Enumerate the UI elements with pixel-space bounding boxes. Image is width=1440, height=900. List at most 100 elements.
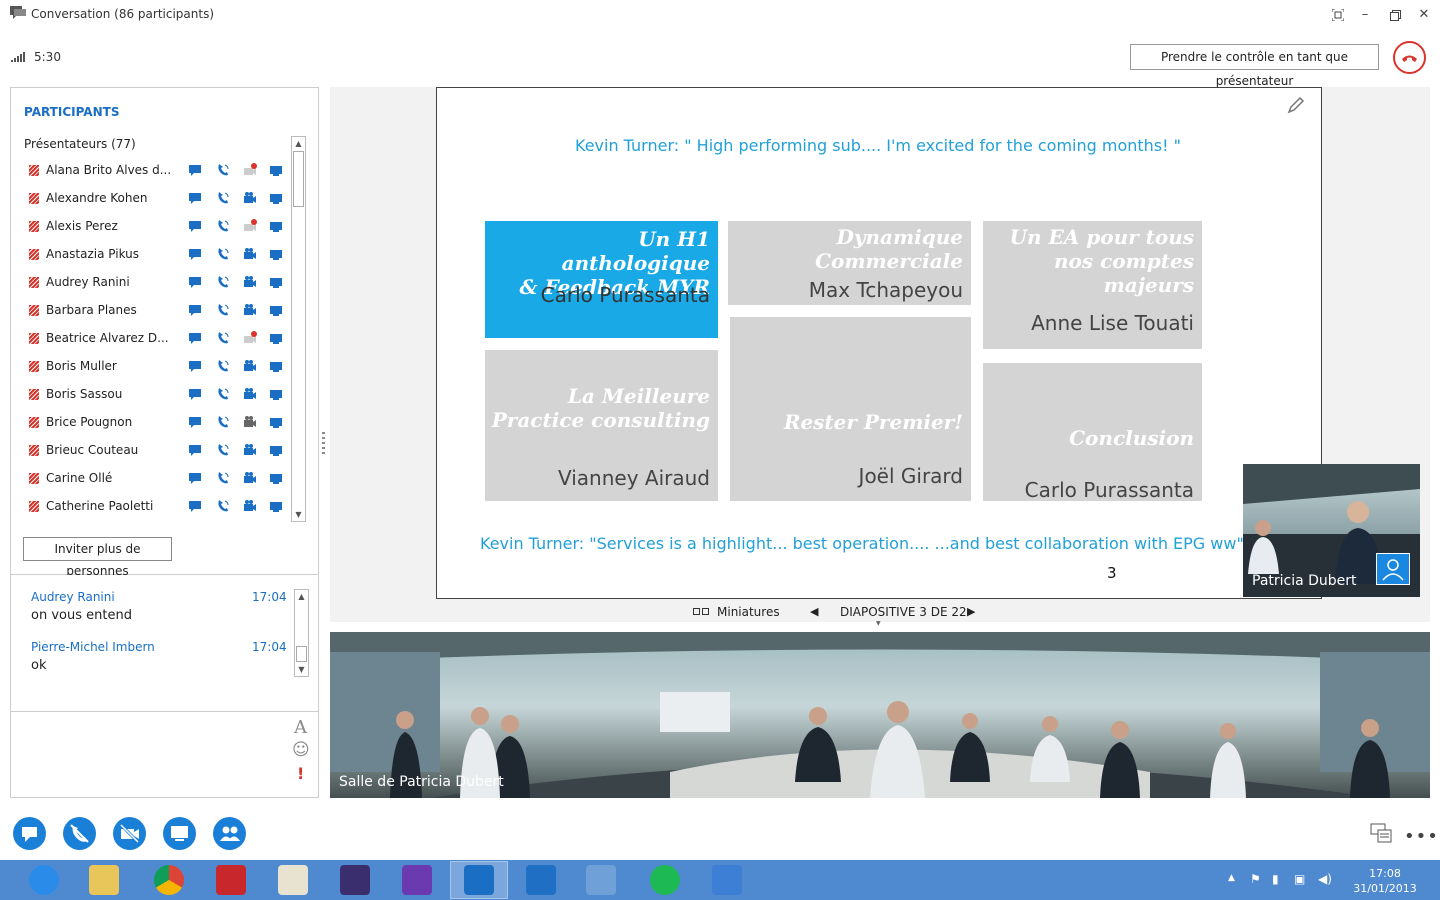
chat-icon[interactable] <box>188 331 202 345</box>
video-icon[interactable] <box>243 191 257 205</box>
call-icon[interactable] <box>216 443 230 457</box>
screen-share-icon[interactable] <box>269 387 283 401</box>
screen-share-icon[interactable] <box>269 275 283 289</box>
power-icon[interactable]: ▮ <box>1272 872 1279 886</box>
take-control-button[interactable]: Prendre le contrôle en tant que présenta… <box>1130 44 1379 88</box>
fullscreen-button[interactable] <box>1326 4 1350 26</box>
chat-icon[interactable] <box>188 471 202 485</box>
call-icon[interactable] <box>216 387 230 401</box>
participants-scrollbar[interactable]: ▲ ▼ <box>291 136 306 522</box>
screen-share-icon[interactable] <box>269 443 283 457</box>
network-icon[interactable]: ▣ <box>1294 872 1305 886</box>
emoticon-icon[interactable]: ☺ <box>292 740 310 760</box>
next-slide-button[interactable]: ▶ <box>967 605 975 618</box>
chat-icon[interactable] <box>188 359 202 373</box>
screen-share-icon[interactable] <box>269 359 283 373</box>
taskbar-texworks-button[interactable] <box>265 862 321 898</box>
volume-icon[interactable]: ◀) <box>1318 872 1332 886</box>
scroll-thumb[interactable] <box>296 646 307 662</box>
screen-share-icon[interactable] <box>269 499 283 513</box>
screen-share-icon[interactable] <box>269 163 283 177</box>
chat-icon[interactable] <box>188 219 202 233</box>
video-button[interactable] <box>113 817 146 850</box>
show-hidden-icons-icon[interactable]: ▲ <box>1228 873 1235 883</box>
participant-row[interactable]: Catherine Paoletti <box>25 497 287 525</box>
screen-share-icon[interactable] <box>269 219 283 233</box>
pin-video-button[interactable] <box>1376 553 1410 585</box>
participant-row[interactable]: Boris Sassou <box>25 385 287 413</box>
video-icon[interactable] <box>243 163 257 177</box>
taskbar-texmaker-button[interactable] <box>327 862 383 898</box>
scroll-thumb[interactable] <box>293 151 304 207</box>
chat-icon[interactable] <box>188 387 202 401</box>
screen-share-icon[interactable] <box>269 415 283 429</box>
chat-icon[interactable] <box>188 303 202 317</box>
call-icon[interactable] <box>216 163 230 177</box>
video-icon[interactable] <box>243 471 257 485</box>
presenter-video[interactable]: Patricia Dubert <box>1243 464 1420 597</box>
mute-audio-button[interactable] <box>63 817 96 850</box>
call-icon[interactable] <box>216 219 230 233</box>
video-icon[interactable] <box>243 303 257 317</box>
taskbar-spotify-button[interactable] <box>637 862 693 898</box>
flag-icon[interactable]: ⚑ <box>1250 872 1261 886</box>
screen-share-icon[interactable] <box>269 191 283 205</box>
participant-row[interactable]: Carine Ollé <box>25 469 287 497</box>
presenters-group-label[interactable]: Présentateurs (77) <box>24 137 136 151</box>
call-icon[interactable] <box>216 275 230 289</box>
participant-row[interactable]: Alexis Perez <box>25 217 287 245</box>
screen-share-icon[interactable] <box>269 331 283 345</box>
participant-row[interactable]: Beatrice Alvarez D... <box>25 329 287 357</box>
taskbar-visual-studio-button[interactable] <box>389 862 445 898</box>
taskbar-file-explorer-button[interactable] <box>76 862 132 898</box>
video-icon[interactable] <box>243 499 257 513</box>
participant-row[interactable]: Anastazia Pikus <box>25 245 287 273</box>
panel-splitter[interactable] <box>322 432 325 454</box>
video-icon[interactable] <box>243 247 257 261</box>
call-icon[interactable] <box>216 303 230 317</box>
participant-row[interactable]: Barbara Planes <box>25 301 287 329</box>
participant-row[interactable]: Alana Brito Alves d... <box>25 161 287 189</box>
scroll-up-arrow[interactable]: ▲ <box>292 137 305 150</box>
chat-icon[interactable] <box>188 275 202 289</box>
call-icon[interactable] <box>216 359 230 373</box>
call-icon[interactable] <box>216 331 230 345</box>
participant-row[interactable]: Brice Pougnon <box>25 413 287 441</box>
chat-icon[interactable] <box>188 415 202 429</box>
video-icon[interactable] <box>243 387 257 401</box>
call-icon[interactable] <box>216 415 230 429</box>
chat-icon[interactable] <box>188 443 202 457</box>
taskbar-outlook-button[interactable] <box>513 862 569 898</box>
message-input[interactable]: A ☺ ! <box>11 711 318 797</box>
im-button[interactable] <box>13 817 46 850</box>
taskbar-lync-button[interactable] <box>450 861 508 899</box>
video-icon[interactable] <box>243 443 257 457</box>
hang-up-button[interactable] <box>1393 41 1426 74</box>
call-icon[interactable] <box>216 191 230 205</box>
participants-button[interactable] <box>213 817 246 850</box>
taskbar-chrome-button[interactable] <box>141 862 197 898</box>
participant-row[interactable]: Audrey Ranini <box>25 273 287 301</box>
call-icon[interactable] <box>216 471 230 485</box>
layout-options-icon[interactable] <box>1370 823 1392 843</box>
participant-row[interactable]: Alexandre Kohen <box>25 189 287 217</box>
chat-icon[interactable] <box>188 191 202 205</box>
taskbar-internet-explorer-button[interactable] <box>16 862 72 898</box>
minimize-button[interactable]: – <box>1353 4 1377 26</box>
participant-row[interactable]: Brieuc Couteau <box>25 441 287 469</box>
restore-button[interactable] <box>1383 4 1407 26</box>
more-options-button[interactable]: ••• <box>1404 826 1439 847</box>
invite-more-button[interactable]: Inviter plus de personnes <box>23 537 172 578</box>
screen-share-icon[interactable] <box>269 303 283 317</box>
screen-share-icon[interactable] <box>269 471 283 485</box>
video-icon[interactable] <box>243 415 257 429</box>
video-icon[interactable] <box>243 275 257 289</box>
scroll-down-arrow[interactable]: ▼ <box>292 508 305 521</box>
importance-icon[interactable]: ! <box>297 764 304 783</box>
close-button[interactable]: ✕ <box>1412 4 1436 26</box>
call-icon[interactable] <box>216 499 230 513</box>
chat-icon[interactable] <box>188 247 202 261</box>
taskbar-snipping-button[interactable] <box>699 862 755 898</box>
font-icon[interactable]: A <box>294 717 307 738</box>
annotation-pencil-icon[interactable] <box>1287 96 1305 114</box>
